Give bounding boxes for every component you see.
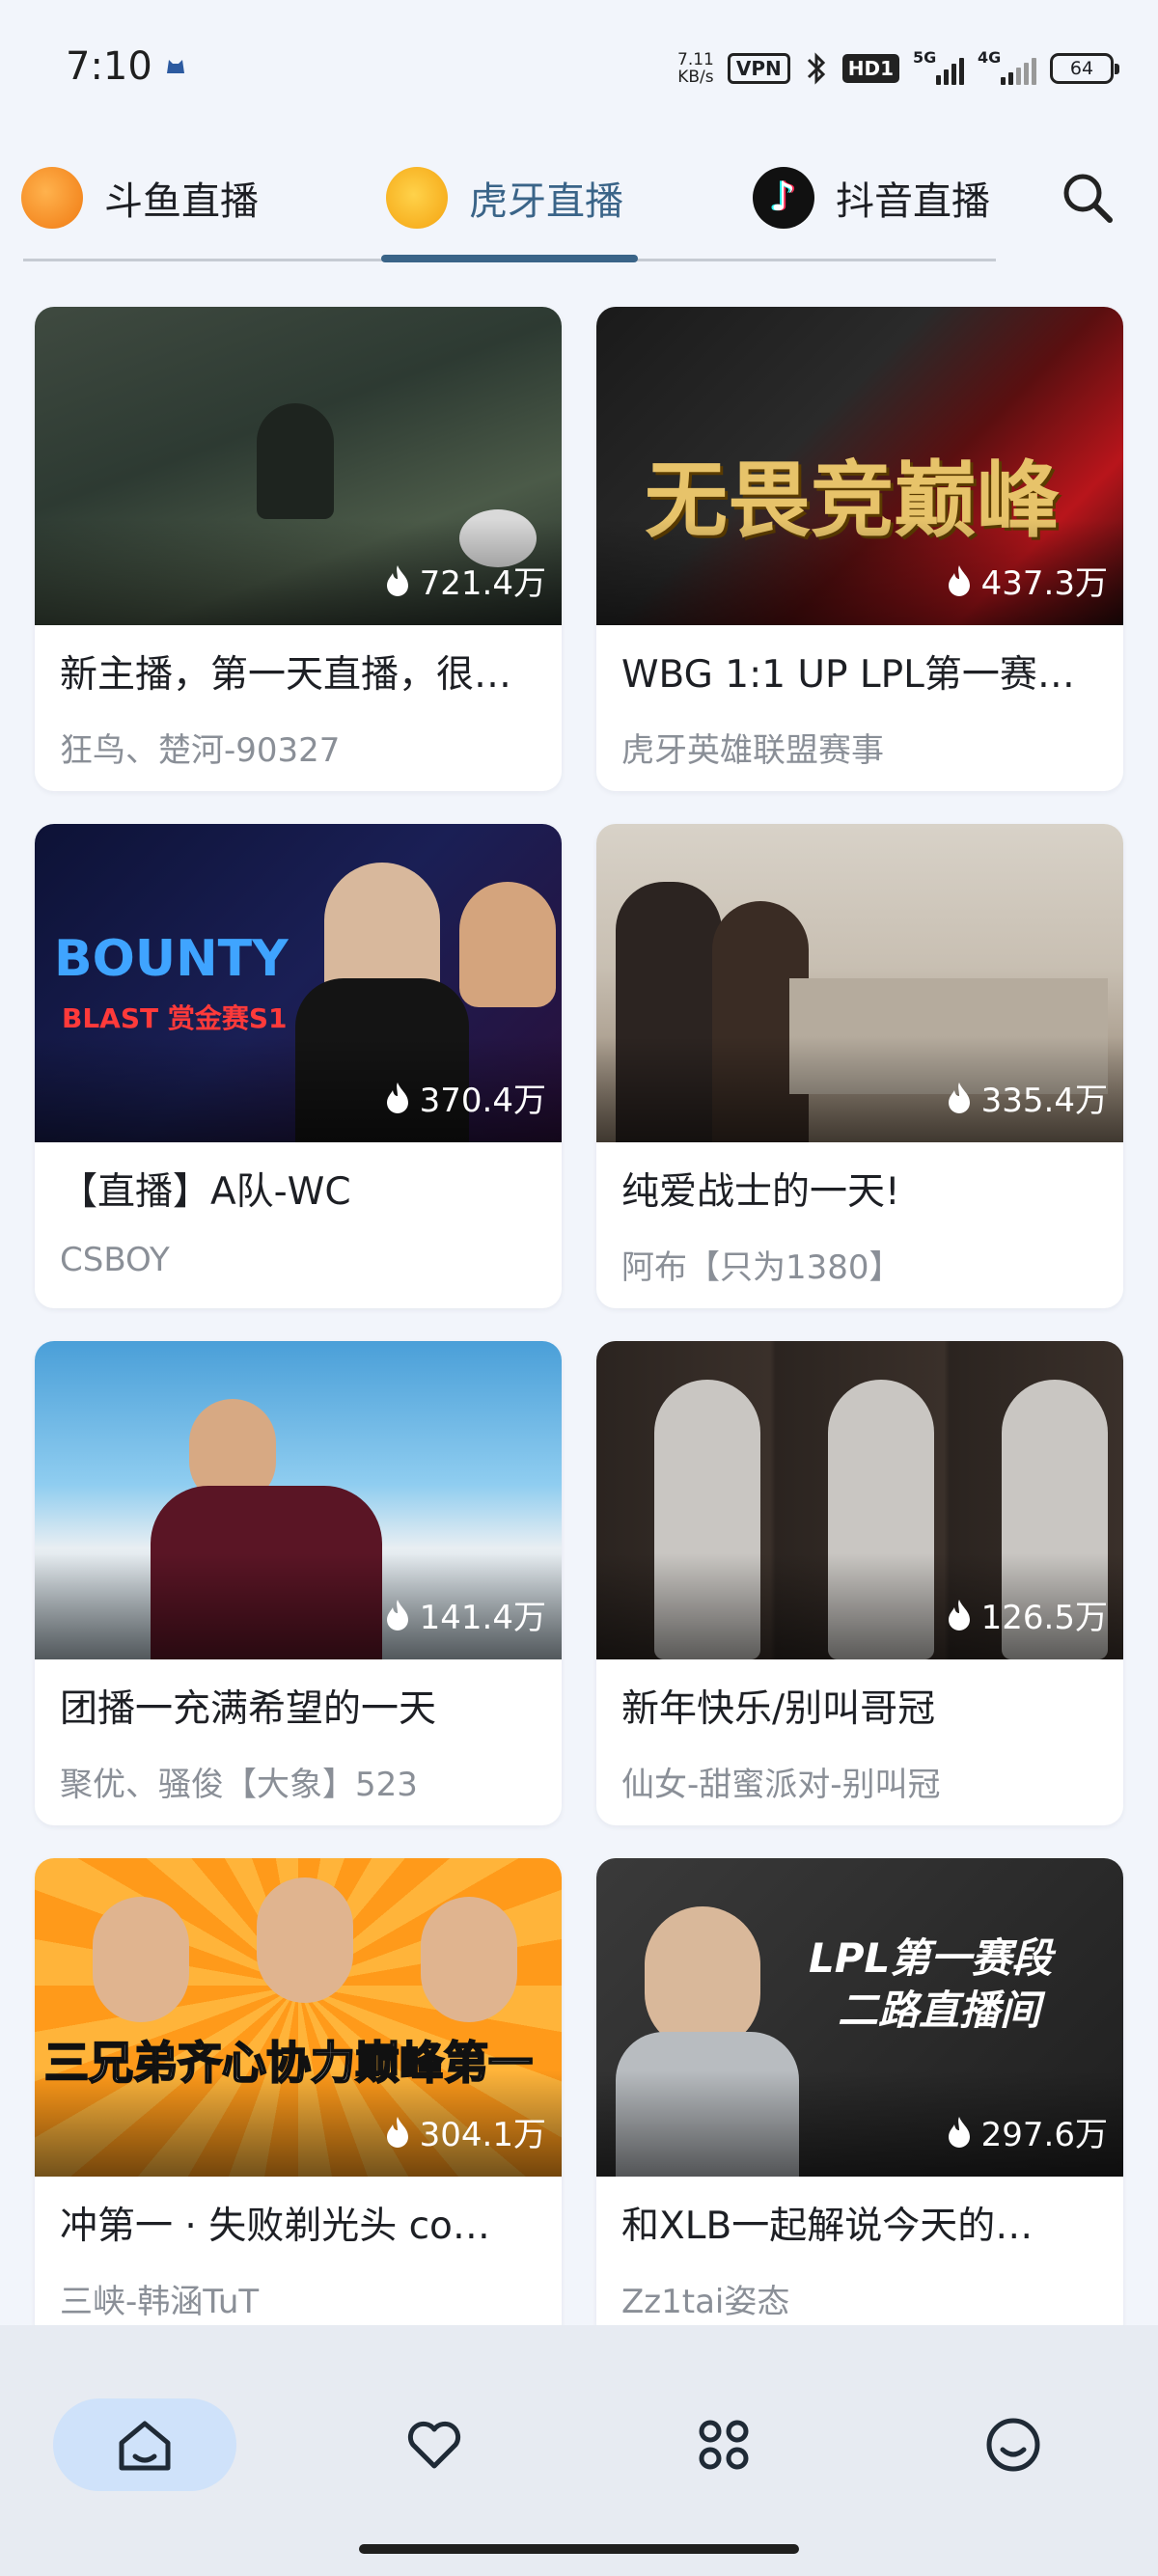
huya-logo-icon [386,167,448,229]
fire-icon [948,1599,970,1631]
gesture-home-bar [359,2544,799,2554]
hd-badge: HD1 [841,54,899,83]
streamer-name: 虎牙英雄联盟赛事 [621,731,884,770]
streamer-name: CSBOY [60,1241,170,1279]
streamer-name: 聚优、骚俊【大象】523 [60,1766,418,1804]
streamer-name: 阿布【只为1380】 [621,1248,902,1287]
platform-tabs: 斗鱼直播 虎牙直播 抖音直播 [0,135,1158,265]
nav-home[interactable] [53,2398,236,2491]
fire-icon [948,2116,970,2148]
room-title: 新年快乐/别叫哥冠 [621,1687,936,1731]
bluetooth-icon [807,52,825,85]
app-screen: 7:10 7.11 KB/s VPN HD1 5G 4G 64 斗鱼直播 虎牙直… [0,0,1158,2576]
streamer-name: 狂鸟、楚河-90327 [60,731,341,770]
streamer-name: 仙女-甜蜜派对-别叫冠 [621,1766,941,1804]
viewer-count: 126.5万 [945,1591,1108,1638]
tab-douyin[interactable]: 抖音直播 [753,135,990,260]
stream-thumbnail: 三兄弟齐心协力巅峰第一 304.1万 [35,1858,562,2177]
thumbnail-headline: BOUNTY [54,930,289,988]
viewer-count: 721.4万 [383,557,546,604]
live-room-card[interactable]: 141.4万 团播一充满希望的一天 聚优、骚俊【大象】523 [35,1341,562,1825]
viewer-count: 370.4万 [383,1074,546,1121]
tab-label: 抖音直播 [836,179,990,224]
tab-label: 斗鱼直播 [104,179,259,224]
room-title: 和XLB一起解说今天的… [621,2205,1034,2248]
signal-5g-icon: 5G [913,48,964,85]
douyin-logo-icon [753,167,814,229]
live-room-card[interactable]: 无畏竞巅峰 437.3万 WBG 1:1 UP LPL第一赛… 虎牙英雄联盟赛事 [596,307,1123,791]
streamer-name: 三峡-韩涵TuT [60,2283,260,2321]
tab-label: 虎牙直播 [469,179,623,224]
status-bar: 7:10 7.11 KB/s VPN HD1 5G 4G 64 [0,0,1158,135]
live-room-card[interactable]: 126.5万 新年快乐/别叫哥冠 仙女-甜蜜派对-别叫冠 [596,1341,1123,1825]
notification-app-icon [167,60,184,73]
tab-douyu[interactable]: 斗鱼直播 [21,135,259,260]
room-title: WBG 1:1 UP LPL第一赛… [621,653,1075,697]
battery-indicator: 64 [1050,53,1119,84]
viewer-count: 297.6万 [945,2108,1108,2155]
room-title: 新主播，第一天直播，很… [60,653,512,697]
viewer-count: 304.1万 [383,2108,546,2155]
douyu-logo-icon [21,167,83,229]
room-title: 纯爱战士的一天! [621,1170,900,1214]
stream-thumbnail: LPL第一赛段 二路直播间 297.6万 [596,1858,1123,2177]
stream-thumbnail: 126.5万 [596,1341,1123,1659]
apps-icon [699,2420,749,2470]
signal-4g-icon: 4G [978,48,1036,85]
stream-thumbnail: BOUNTY BLAST 赏金赛S1 370.4万 [35,824,562,1142]
stream-thumbnail: 721.4万 [35,307,562,625]
vpn-badge: VPN [727,53,790,84]
stream-thumbnail: 无畏竞巅峰 437.3万 [596,307,1123,625]
room-title: 团播一充满希望的一天 [60,1687,437,1731]
viewer-count: 141.4万 [383,1591,546,1638]
fire-icon [386,1599,408,1631]
thumbnail-headline: LPL第一赛段 [809,1934,1053,1982]
room-title: 冲第一 · 失败剃光头 co… [60,2205,490,2248]
nav-categories[interactable] [632,2398,815,2491]
live-room-card[interactable]: 335.4万 纯爱战士的一天! 阿布【只为1380】 [596,824,1123,1308]
heart-icon [407,2421,461,2469]
stream-thumbnail: 335.4万 [596,824,1123,1142]
live-room-card[interactable]: 721.4万 新主播，第一天直播，很… 狂鸟、楚河-90327 [35,307,562,791]
viewer-count: 437.3万 [945,557,1108,604]
fire-icon [948,1082,970,1113]
tab-huya[interactable]: 虎牙直播 [386,135,623,260]
tab-active-indicator [381,255,638,262]
room-title: 【直播】A队-WC [60,1170,351,1214]
profile-icon [986,2418,1040,2472]
fire-icon [386,564,408,596]
fire-icon [386,2116,408,2148]
viewer-count: 335.4万 [945,1074,1108,1121]
live-room-card[interactable]: BOUNTY BLAST 赏金赛S1 370.4万 【直播】A队-WC CSBO… [35,824,562,1308]
search-icon[interactable] [1054,164,1121,232]
streamer-name: Zz1tai姿态 [621,2283,790,2321]
net-speed: 7.11 KB/s [677,50,714,87]
live-room-card[interactable]: 三兄弟齐心协力巅峰第一 304.1万 冲第一 · 失败剃光头 co… 三峡-韩涵… [35,1858,562,2343]
status-icons: 7.11 KB/s VPN HD1 5G 4G 64 [677,46,1119,91]
bottom-nav [0,2325,1158,2576]
thumbnail-subtitle: BLAST 赏金赛S1 [62,1002,288,1034]
fire-icon [948,564,970,596]
status-time: 7:10 [66,44,152,89]
nav-profile[interactable] [922,2398,1105,2491]
fire-icon [386,1082,408,1113]
home-icon [119,2421,171,2471]
thumbnail-subtitle: 二路直播间 [838,1987,1041,2034]
nav-favorites[interactable] [343,2398,526,2491]
stream-thumbnail: 141.4万 [35,1341,562,1659]
live-room-card[interactable]: LPL第一赛段 二路直播间 297.6万 和XLB一起解说今天的… Zz1tai… [596,1858,1123,2343]
